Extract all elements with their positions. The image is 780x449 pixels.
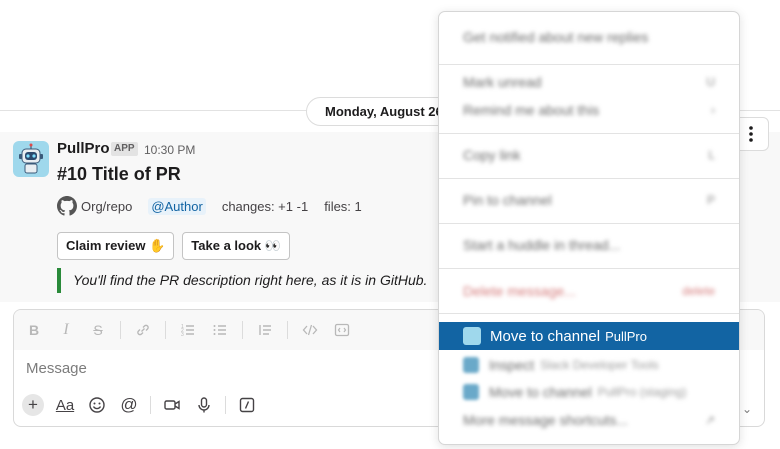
sender-name[interactable]: PullPro [57, 140, 110, 157]
menu-item-shortcut: P [706, 193, 715, 207]
menu-item-label: Inspect [489, 357, 535, 373]
bullet-list-icon[interactable] [210, 320, 230, 340]
external-link-icon: ↗ [704, 413, 715, 427]
toolbar-divider [150, 396, 151, 414]
menu-separator [439, 268, 739, 269]
menu-item-get-notified[interactable]: Get notified about new replies [439, 23, 739, 51]
menu-item-label: Remind me about this [463, 102, 600, 118]
menu-item-label: Get notified about new replies [463, 29, 649, 45]
plus-icon[interactable]: + [22, 394, 44, 416]
message-context-menu: Get notified about new replies Mark unre… [438, 11, 740, 445]
strikethrough-icon[interactable]: S [88, 320, 108, 340]
menu-item-label: Delete message... [463, 283, 576, 299]
message-input[interactable]: Message [26, 360, 87, 377]
menu-item-copy-link[interactable]: Copy link L [439, 141, 739, 169]
app-badge: APP [111, 142, 138, 156]
repo-name: Org/repo [81, 198, 133, 214]
menu-separator [439, 178, 739, 179]
claim-review-button[interactable]: Claim review ✋ [57, 232, 175, 260]
toolbar-divider [287, 321, 288, 339]
menu-item-shortcut: U [706, 75, 715, 89]
pullpro-app-icon [463, 327, 481, 345]
pr-files: files: 1 [324, 198, 362, 214]
menu-separator [439, 223, 739, 224]
menu-item-remind-me[interactable]: Remind me about this › [439, 96, 739, 124]
menu-item-app-name: PullPro [605, 328, 647, 344]
menu-item-inspect[interactable]: Inspect Slack Developer Tools [439, 351, 739, 379]
menu-item-label: Move to channel [489, 384, 592, 400]
menu-item-label: Start a huddle in thread... [463, 237, 621, 253]
menu-item-start-huddle[interactable]: Start a huddle in thread... [439, 231, 739, 259]
menu-separator [439, 313, 739, 314]
menu-item-label: Pin to channel [463, 192, 552, 208]
slash-command-icon[interactable] [236, 394, 258, 416]
menu-item-label: Copy link [463, 147, 521, 163]
link-icon[interactable] [133, 320, 153, 340]
menu-item-delete-message[interactable]: Delete message... delete [439, 277, 739, 305]
take-a-look-button[interactable]: Take a look 👀 [182, 232, 290, 260]
pr-changes: changes: +1 -1 [221, 198, 309, 214]
menu-item-label: Mark unread [463, 74, 542, 90]
text-format-icon[interactable]: Aa [54, 394, 76, 416]
menu-separator [439, 133, 739, 134]
menu-item-app-name: Slack Developer Tools [540, 358, 659, 372]
menu-item-mark-unread[interactable]: Mark unread U [439, 68, 739, 96]
pr-description-quote: You'll find the PR description right her… [57, 268, 427, 293]
bot-avatar[interactable] [13, 141, 49, 177]
mention-icon[interactable]: @ [118, 394, 140, 416]
action-buttons: Claim review ✋ Take a look 👀 [57, 232, 290, 260]
menu-item-shortcut: › [711, 103, 715, 117]
code-icon[interactable] [300, 320, 320, 340]
menu-item-label: More message shortcuts... [463, 412, 628, 428]
composer-tools: + Aa @ [22, 394, 258, 416]
pullpro-staging-icon [463, 384, 479, 400]
code-block-icon[interactable] [332, 320, 352, 340]
ordered-list-icon[interactable]: 123 [178, 320, 198, 340]
emoji-icon[interactable] [86, 394, 108, 416]
menu-item-app-name: PullPro (staging) [597, 385, 687, 399]
menu-item-move-to-channel-staging[interactable]: Move to channel PullPro (staging) [439, 378, 739, 406]
italic-icon[interactable]: I [56, 320, 76, 340]
message-timestamp[interactable]: 10:30 PM [144, 143, 195, 157]
video-icon[interactable] [161, 394, 183, 416]
bold-icon[interactable]: B [24, 320, 44, 340]
chevron-down-icon[interactable]: ⌄ [742, 402, 752, 416]
menu-item-move-to-channel-pullpro[interactable]: Move to channel PullPro [439, 322, 739, 350]
toolbar-divider [242, 321, 243, 339]
toolbar-divider [225, 396, 226, 414]
pr-meta-row: Org/repo @Author changes: +1 -1 files: 1 [57, 196, 362, 216]
svg-text:3: 3 [181, 332, 184, 338]
menu-item-shortcut: L [708, 148, 715, 162]
menu-item-label: Move to channel [490, 327, 601, 345]
blockquote-icon[interactable] [255, 320, 275, 340]
menu-item-more-shortcuts[interactable]: More message shortcuts... ↗ [439, 406, 739, 434]
menu-item-shortcut: delete [682, 284, 715, 298]
toolbar-divider [120, 321, 121, 339]
toolbar-divider [165, 321, 166, 339]
developer-tools-icon [463, 357, 479, 373]
menu-separator [439, 64, 739, 65]
pr-title: #10 Title of PR [57, 164, 181, 184]
author-mention[interactable]: @Author [148, 197, 206, 215]
menu-item-pin-to-channel[interactable]: Pin to channel P [439, 186, 739, 214]
microphone-icon[interactable] [193, 394, 215, 416]
github-icon [57, 196, 77, 216]
